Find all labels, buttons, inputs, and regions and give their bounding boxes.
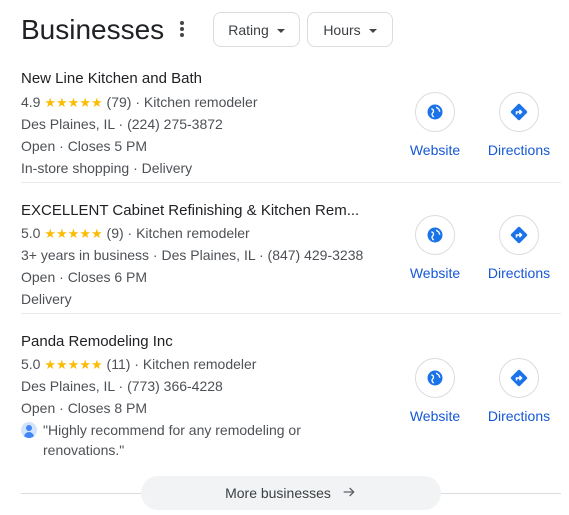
hours-filter-chip[interactable]: Hours (307, 12, 393, 47)
business-category: · Kitchen remodeler (135, 94, 258, 110)
service-options: In-store shopping · Delivery (21, 160, 193, 176)
star-rating-icon: ★★★★★ (44, 95, 103, 110)
hours-status: Open · Closes 8 PM (21, 400, 148, 416)
business-category: · Kitchen remodeler (134, 356, 257, 372)
more-businesses-button[interactable]: More businesses (141, 476, 441, 510)
business-listing[interactable]: Panda Remodeling Inc 5.0 ★★★★★ (11) · Ki… (21, 328, 561, 463)
address-phone: Des Plaines, IL · (773) 366-4228 (21, 378, 223, 394)
business-name[interactable]: Panda Remodeling Inc (21, 332, 173, 352)
directions-label: Directions (487, 265, 551, 281)
globe-icon (415, 215, 455, 255)
review-count[interactable]: (79) (107, 94, 132, 110)
website-button[interactable]: Website (395, 215, 475, 282)
directions-icon (499, 358, 539, 398)
business-listing[interactable]: EXCELLENT Cabinet Refinishing & Kitchen … (21, 197, 561, 314)
rating-filter-label: Rating (228, 21, 269, 38)
rating-filter-chip[interactable]: Rating (213, 12, 300, 47)
directions-button[interactable]: Directions (479, 358, 559, 425)
rating-line: 5.0 ★★★★★ (9) · Kitchen remodeler (21, 224, 250, 243)
business-category: · Kitchen remodeler (127, 225, 250, 241)
business-name[interactable]: New Line Kitchen and Bath (21, 69, 202, 89)
star-rating-icon: ★★★★★ (44, 357, 103, 372)
more-options-icon[interactable] (174, 20, 190, 40)
years-address-phone: 3+ years in business · Des Plaines, IL ·… (21, 247, 364, 263)
more-businesses-label: More businesses (225, 485, 331, 501)
globe-icon (415, 358, 455, 398)
review-count[interactable]: (9) (107, 225, 124, 241)
directions-icon (499, 215, 539, 255)
address-phone: Des Plaines, IL · (224) 275-3872 (21, 116, 223, 132)
review-count[interactable]: (11) (107, 356, 131, 372)
arrow-right-icon (341, 484, 357, 503)
rating-value: 4.9 (21, 94, 41, 110)
more-businesses-section: More businesses (21, 476, 561, 510)
page-title: Businesses (21, 14, 165, 45)
rating-value: 5.0 (21, 356, 41, 372)
rating-line: 4.9 ★★★★★ (79) · Kitchen remodeler (21, 93, 258, 112)
service-options: Delivery (21, 291, 72, 307)
website-label: Website (409, 142, 461, 158)
star-rating-icon: ★★★★★ (44, 226, 103, 241)
hours-filter-label: Hours (323, 21, 361, 38)
user-avatar-icon (21, 422, 37, 438)
directions-label: Directions (487, 408, 551, 424)
directions-label: Directions (487, 142, 551, 158)
business-name[interactable]: EXCELLENT Cabinet Refinishing & Kitchen … (21, 201, 359, 221)
globe-icon (415, 92, 455, 132)
website-button[interactable]: Website (395, 92, 475, 159)
directions-icon (499, 92, 539, 132)
businesses-header: Businesses Rating Hours (21, 12, 561, 48)
rating-line: 5.0 ★★★★★ (11) · Kitchen remodeler (21, 355, 256, 374)
review-snippet: "Highly recommend for any remodeling or … (43, 422, 301, 458)
rating-value: 5.0 (21, 225, 41, 241)
hours-status: Open · Closes 5 PM (21, 138, 148, 154)
directions-button[interactable]: Directions (479, 215, 559, 282)
website-button[interactable]: Website (395, 358, 475, 425)
website-label: Website (409, 408, 461, 424)
directions-button[interactable]: Directions (479, 92, 559, 159)
chevron-down-icon (368, 28, 377, 33)
hours-status: Open · Closes 6 PM (21, 269, 148, 285)
business-listing[interactable]: New Line Kitchen and Bath 4.9 ★★★★★ (79)… (21, 66, 561, 183)
chevron-down-icon (276, 28, 285, 33)
website-label: Website (409, 265, 461, 281)
